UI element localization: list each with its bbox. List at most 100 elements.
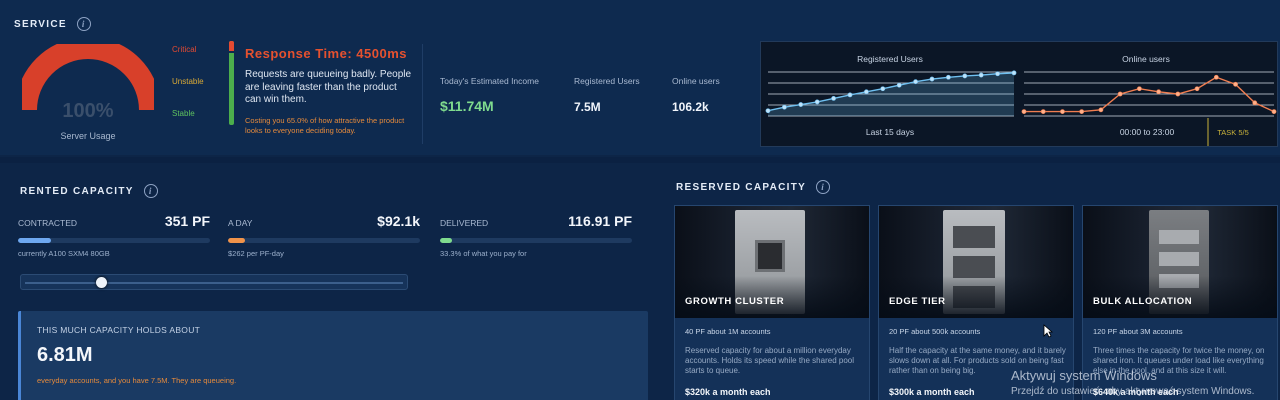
data-point xyxy=(1213,74,1219,80)
area-fill xyxy=(768,72,1014,116)
data-point xyxy=(1252,100,1258,106)
data-point xyxy=(847,92,853,98)
data-point xyxy=(814,99,820,105)
progress-fill xyxy=(228,238,246,243)
metric-label: A DAY xyxy=(228,218,253,228)
progress-track xyxy=(228,238,420,243)
metric-a-day: A DAY $92.1k $262 per PF-day xyxy=(228,212,420,258)
info-icon[interactable]: i xyxy=(76,17,91,31)
card-tag: 40 PF about 1M accounts xyxy=(685,327,771,336)
card-price: $300k a month each xyxy=(889,387,975,397)
metric-value: 116.91 PF xyxy=(568,213,632,229)
stat-online: Online users 106.2k xyxy=(672,76,720,114)
data-point xyxy=(913,79,918,85)
legend-unstable: Unstable xyxy=(172,77,204,86)
data-point xyxy=(831,96,836,101)
data-point xyxy=(1040,109,1046,114)
online-chart-title: Online users xyxy=(1122,54,1170,64)
divider xyxy=(0,157,1280,163)
watermark-line2: Przejdź do ustawień, aby aktywować syste… xyxy=(1011,386,1255,397)
data-point xyxy=(1098,107,1104,113)
data-point xyxy=(896,82,902,88)
data-point xyxy=(1156,89,1162,95)
progress-track xyxy=(440,238,632,243)
data-point xyxy=(1175,91,1181,97)
metric-value: 351 PF xyxy=(164,213,210,229)
vertical-divider xyxy=(422,44,423,144)
metric-contracted: CONTRACTED 351 PF currently A100 SXM4 80… xyxy=(18,212,210,258)
info-icon[interactable]: i xyxy=(143,184,158,198)
stat-income-value: $11.74M xyxy=(440,98,494,114)
data-point xyxy=(1136,86,1142,92)
data-point xyxy=(864,89,869,95)
online-users-chart xyxy=(1021,71,1277,117)
metric-delivered: DELIVERED 116.91 PF 33.3% of what you pa… xyxy=(440,212,632,258)
data-point xyxy=(962,73,968,79)
rented-title: RENTED CAPACITY i xyxy=(20,184,158,198)
watermark-line1: Aktywuj system Windows xyxy=(1011,368,1157,383)
registered-chart-title: Registered Users xyxy=(857,54,923,64)
data-point xyxy=(1011,70,1017,76)
response-time-title: Response Time: 4500ms xyxy=(245,46,407,61)
charts-svg: Registered Users Online users Last 15 da… xyxy=(765,54,1277,146)
slider-rail xyxy=(25,282,403,284)
data-point xyxy=(1194,86,1200,92)
registered-chart-footer: Last 15 days xyxy=(866,127,914,137)
stat-income: Today's Estimated Income $11.74M xyxy=(440,76,539,114)
data-point xyxy=(929,76,935,82)
data-point xyxy=(995,71,1000,77)
stat-registered: Registered Users 7.5M xyxy=(574,76,640,114)
response-cost-note: Costing you 65.0% of how attractive the … xyxy=(245,116,405,135)
service-title-text: SERVICE xyxy=(14,18,67,30)
info-icon[interactable]: i xyxy=(816,180,831,194)
card-price: $320k a month each xyxy=(685,387,771,397)
card-name: GROWTH CLUSTER xyxy=(685,296,785,307)
progress-track xyxy=(18,238,210,243)
hold-value: 6.81M xyxy=(37,344,93,366)
data-point xyxy=(880,86,886,92)
capacity-slider[interactable] xyxy=(20,274,408,290)
data-point xyxy=(945,74,951,80)
legend-critical: Critical xyxy=(172,45,197,54)
response-description: Requests are queueing badly. People are … xyxy=(245,69,412,105)
hold-label: THIS MUCH CAPACITY HOLDS ABOUT xyxy=(37,325,201,335)
slider-thumb[interactable] xyxy=(95,277,107,288)
metric-label: DELIVERED xyxy=(440,218,489,228)
metric-label: CONTRACTED xyxy=(18,218,78,228)
charts-panel: Registered Users Online users Last 15 da… xyxy=(760,41,1278,147)
metric-sub: currently A100 SXM4 80GB xyxy=(18,249,110,258)
rented-title-text: RENTED CAPACITY xyxy=(20,185,134,197)
data-point xyxy=(781,104,787,110)
stat-online-label: Online users xyxy=(672,76,720,86)
legend-stable: Stable xyxy=(172,109,195,118)
card-tag: 20 PF about 500k accounts xyxy=(889,327,981,336)
stat-online-value: 106.2k xyxy=(672,100,709,114)
status-indicator-bar xyxy=(229,41,234,125)
task-progress: TASK 5/5 xyxy=(1217,128,1249,137)
data-point xyxy=(798,102,804,107)
data-point xyxy=(978,72,984,78)
card-description: Reserved capacity for about a million ev… xyxy=(685,346,854,375)
reserved-title-text: RESERVED CAPACITY xyxy=(676,181,807,193)
data-point xyxy=(1060,109,1065,114)
card-name: EDGE TIER xyxy=(889,296,946,307)
card-name: BULK ALLOCATION xyxy=(1093,296,1193,307)
data-point xyxy=(1021,109,1027,114)
online-chart-footer: 00:00 to 23:00 xyxy=(1120,127,1175,137)
status-legend: Critical Unstable Stable xyxy=(172,45,204,141)
mouse-cursor-icon xyxy=(1043,324,1053,338)
card-tag: 120 PF about 3M accounts xyxy=(1093,327,1183,336)
data-point xyxy=(1079,109,1085,114)
windows-activation-watermark: Aktywuj system Windows Przejdź do ustawi… xyxy=(1011,368,1254,397)
data-point xyxy=(1271,109,1277,114)
metric-sub: $262 per PF-day xyxy=(228,249,284,258)
capacity-hold-card: THIS MUCH CAPACITY HOLDS ABOUT 6.81M eve… xyxy=(18,311,648,400)
metric-sub: 33.3% of what you pay for xyxy=(440,249,527,258)
server-usage-gauge: 100% Server Usage xyxy=(15,37,161,141)
progress-fill xyxy=(18,238,51,243)
reserved-card-growth[interactable]: GROWTH CLUSTER 40 PF about 1M accounts R… xyxy=(674,205,870,400)
gauge-label: Server Usage xyxy=(60,131,116,141)
gauge-percent: 100% xyxy=(62,100,114,122)
data-point xyxy=(1233,81,1238,87)
data-point xyxy=(1117,91,1123,97)
